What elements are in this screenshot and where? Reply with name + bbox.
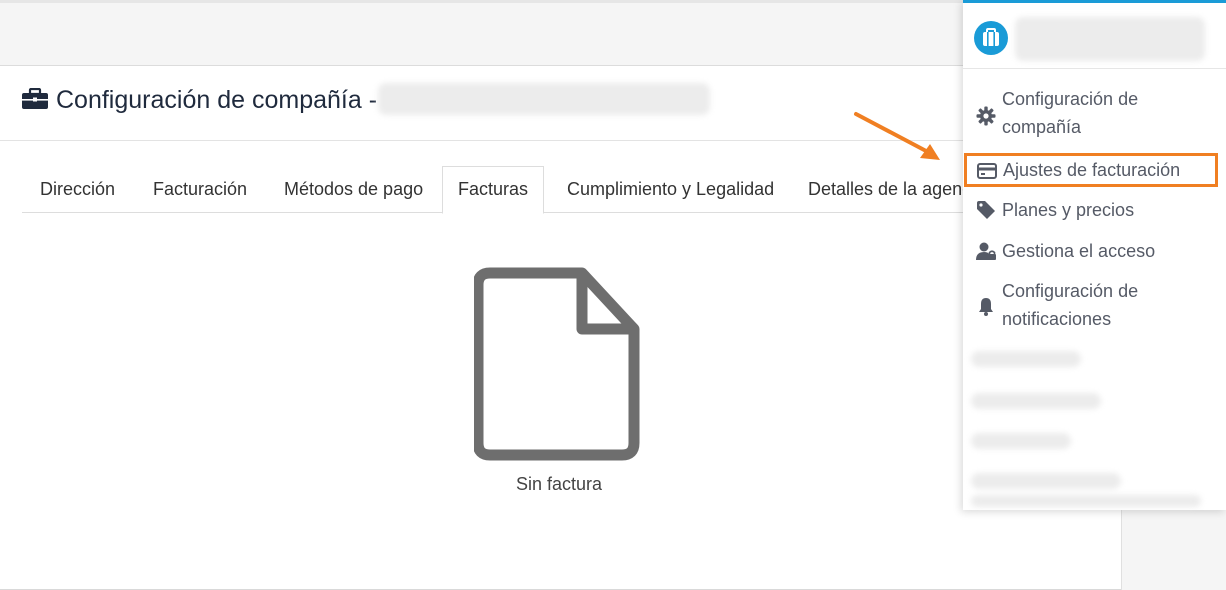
menu-item-label: Configuración de notificaciones: [1002, 281, 1139, 329]
menu-item-label: Configuración de compañía: [1002, 89, 1139, 137]
annotation-arrow: [854, 112, 940, 160]
user-lock-icon: [976, 242, 996, 260]
page-title: Configuración de compañía -: [56, 86, 378, 114]
page-header: Configuración de compañía -: [0, 66, 1121, 141]
menu-item-ajustes-de-facturacion[interactable]: Ajustes de facturación: [964, 153, 1218, 187]
document-icon: [474, 267, 640, 461]
gear-icon: [976, 106, 996, 126]
redacted-user-name: [1015, 17, 1205, 61]
tab-direccion[interactable]: Dirección: [22, 166, 133, 213]
bell-icon: [979, 298, 993, 316]
menu-item-label: Ajustes de facturación: [1003, 160, 1181, 180]
menu-item-planes-y-precios[interactable]: Planes y precios: [963, 196, 1226, 224]
menu-item-configuracion-de-notificaciones[interactable]: Configuración de notificaciones: [963, 277, 1226, 335]
tab-metodos-de-pago[interactable]: Métodos de pago: [266, 166, 441, 213]
empty-state-text: Sin factura: [515, 474, 603, 494]
menu-item-label: Gestiona el acceso: [1002, 241, 1156, 261]
briefcase-icon: [22, 88, 48, 109]
credit-card-icon: [977, 163, 997, 179]
menu-item-gestiona-el-acceso[interactable]: Gestiona el acceso: [963, 237, 1226, 265]
redacted-menu-item: [971, 351, 1081, 367]
tab-cumplimiento-y-legalidad[interactable]: Cumplimiento y Legalidad: [549, 166, 792, 213]
briefcase-icon: [983, 28, 999, 46]
account-dropdown-menu: Configuración de compañía Ajustes de fac…: [963, 0, 1226, 510]
redacted-menu-item: [971, 433, 1071, 449]
menu-item-configuracion-de-compania[interactable]: Configuración de compañía: [963, 85, 1226, 145]
avatar[interactable]: [974, 21, 1008, 55]
tab-facturas[interactable]: Facturas: [442, 166, 544, 214]
main-panel: Configuración de compañía - Dirección Fa…: [0, 66, 1121, 590]
redacted-menu-item: [971, 473, 1121, 489]
tab-detalles-de-la-agencia[interactable]: Detalles de la agencia: [790, 166, 970, 213]
redacted-menu-item: [971, 495, 1201, 507]
menu-item-label: Planes y precios: [1002, 200, 1135, 220]
tag-icon: [977, 201, 995, 219]
dropdown-header: [963, 3, 1226, 69]
redacted-company-name: [378, 83, 710, 115]
tab-bar: Dirección Facturación Métodos de pago Fa…: [22, 166, 1082, 214]
tab-facturacion[interactable]: Facturación: [135, 166, 265, 213]
redacted-menu-item: [971, 393, 1101, 409]
